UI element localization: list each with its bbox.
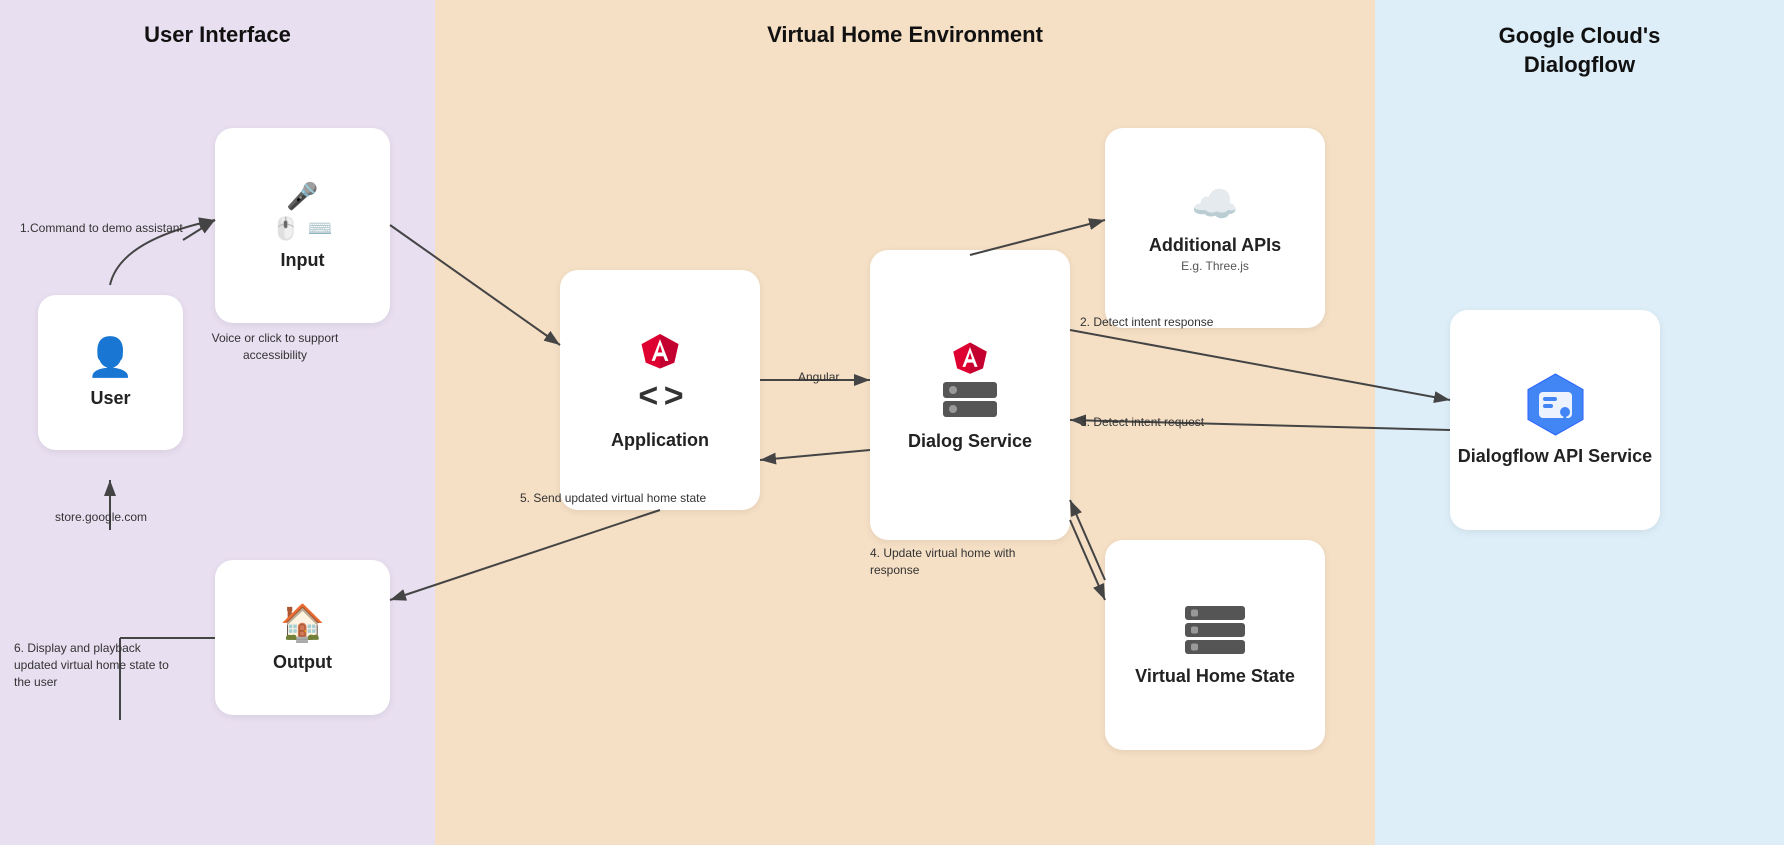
virtual-home-state-box: Virtual Home State	[1105, 540, 1325, 750]
user-label: User	[90, 388, 130, 409]
input-label: Input	[281, 250, 325, 271]
additional-apis-label: Additional APIs	[1149, 235, 1281, 257]
home-icon: 🏠	[280, 602, 325, 644]
virtual-home-state-label: Virtual Home State	[1135, 666, 1295, 688]
detect-request-label: 3. Detect intent request	[1080, 415, 1204, 429]
user-box: 👤 User	[38, 295, 183, 450]
additional-apis-sub: E.g. Three.js	[1181, 259, 1249, 273]
database-icon	[1185, 606, 1245, 654]
angular-icon-2	[951, 338, 989, 376]
gcd-title: Google Cloud'sDialogflow	[1375, 22, 1784, 79]
voice-label: Voice or click to support accessibility	[200, 330, 350, 364]
keyboard-icon: ⌨️	[308, 216, 333, 241]
update-home-label: 4. Update virtual home with response	[870, 545, 1050, 579]
output-label: Output	[273, 652, 332, 673]
angular-label: Angular	[798, 370, 839, 384]
output-box: 🏠 Output	[215, 560, 390, 715]
command-label: 1.Command to demo assistant	[20, 220, 183, 237]
dialogflow-icon	[1523, 372, 1588, 437]
dialogflow-box: Dialogflow API Service	[1450, 310, 1660, 530]
mouse-icon: 🖱️	[272, 216, 299, 242]
angular-icon	[639, 329, 681, 371]
application-label: Application	[611, 430, 709, 451]
application-box: < > Application	[560, 270, 760, 510]
dialogflow-label: Dialogflow API Service	[1458, 445, 1652, 468]
input-box: 🎤 🖱️ ⌨️ Input	[215, 128, 390, 323]
vhe-title: Virtual Home Environment	[435, 22, 1375, 48]
dialog-service-label: Dialog Service	[908, 431, 1032, 453]
cloud-icon: ☁️	[1191, 183, 1238, 227]
user-icon: 👤	[87, 336, 134, 380]
dialog-service-box: Dialog Service	[870, 250, 1070, 540]
send-state-label: 5. Send updated virtual home state	[520, 490, 720, 507]
ui-title: User Interface	[0, 22, 435, 48]
detect-response-label: 2. Detect intent response	[1080, 315, 1213, 329]
mic-icon: 🎤	[286, 181, 318, 212]
server-icon	[943, 382, 997, 417]
store-label: store.google.com	[55, 510, 147, 524]
display-label: 6. Display and playback updated virtual …	[14, 640, 174, 690]
additional-apis-box: ☁️ Additional APIs E.g. Three.js	[1105, 128, 1325, 328]
